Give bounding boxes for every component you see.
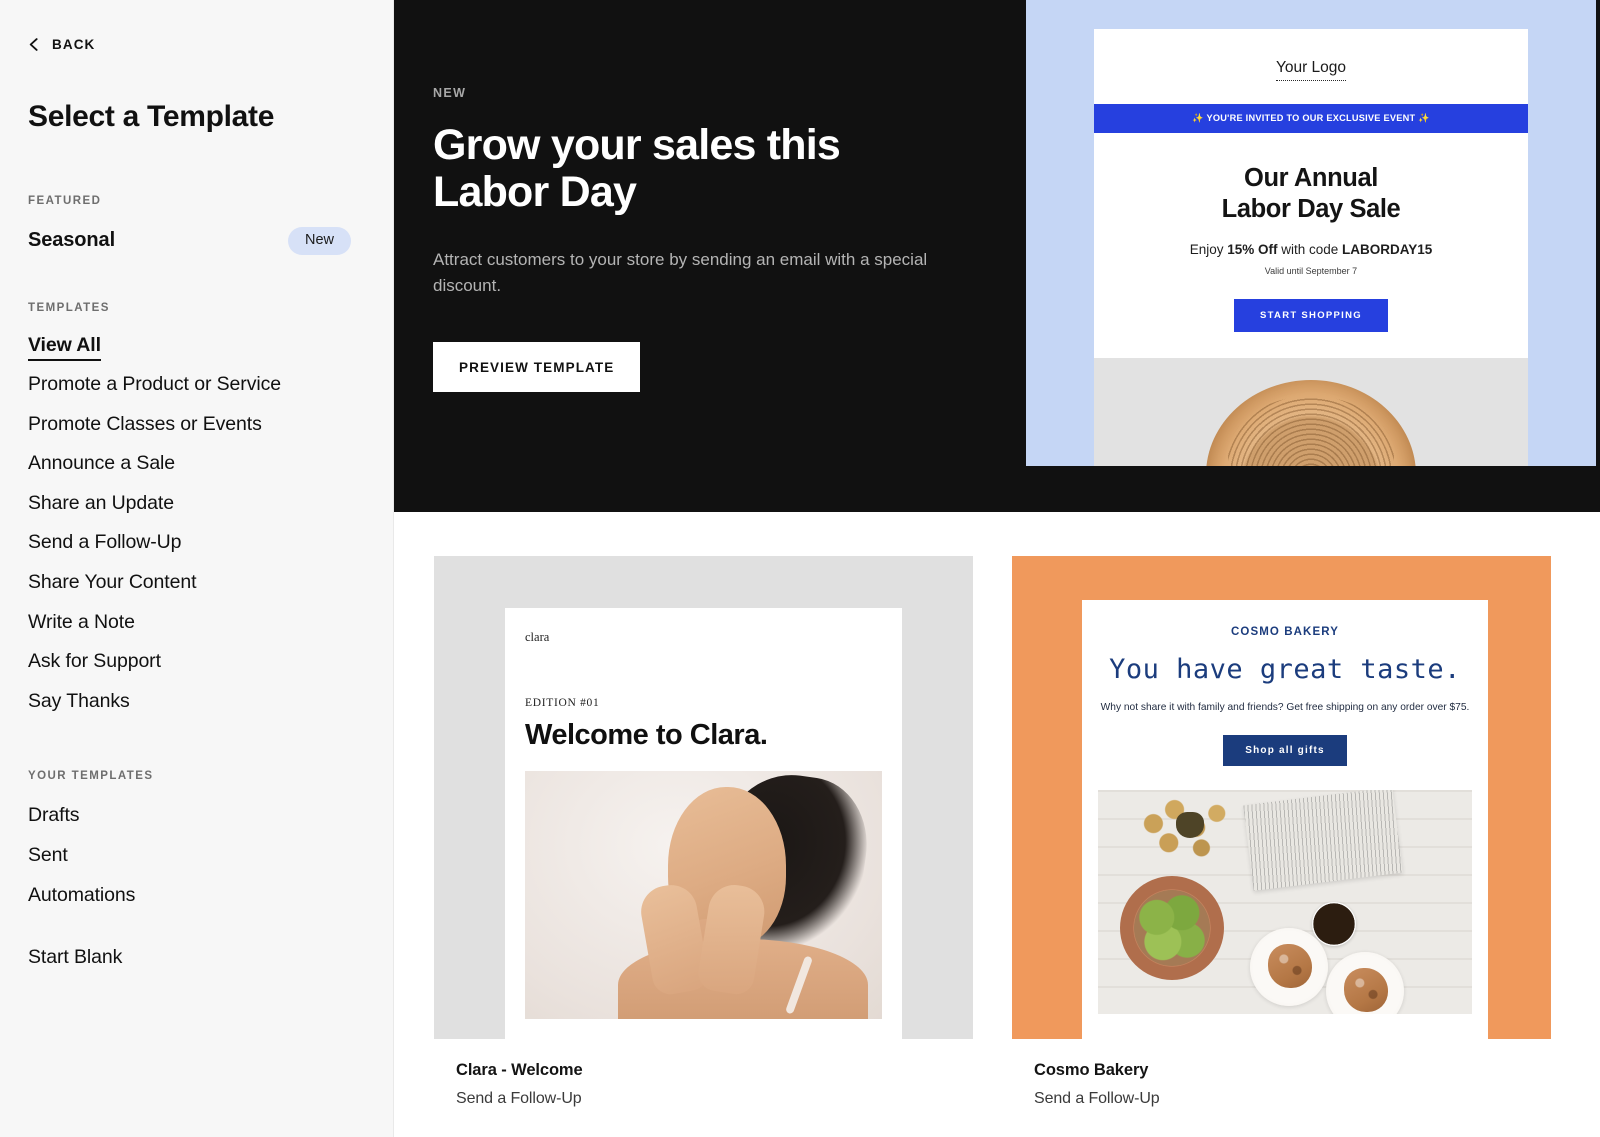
template-card-category: Send a Follow-Up bbox=[1034, 1090, 1160, 1107]
sidebar-item-seasonal[interactable]: Seasonal New bbox=[28, 227, 351, 255]
hero-email-preview[interactable]: Your Logo ✨ YOU'RE INVITED TO OUR EXCLUS… bbox=[1026, 0, 1596, 466]
template-card-name: Cosmo Bakery bbox=[1034, 1061, 1149, 1079]
template-card-category: Send a Follow-Up bbox=[456, 1090, 582, 1107]
sidebar-item-share-an-update[interactable]: Share an Update bbox=[28, 489, 174, 529]
template-picker-app: BACK Select a Template FEATURED Seasonal… bbox=[0, 0, 1600, 1137]
email-body: Our Annual Labor Day Sale Enjoy 15% Off … bbox=[1094, 133, 1528, 332]
straw-hat-photo bbox=[1094, 357, 1528, 466]
template-thumbnail: clara EDITION #01 Welcome to Clara. bbox=[434, 556, 973, 1039]
sidebar-item-ask-for-support[interactable]: Ask for Support bbox=[28, 647, 161, 687]
back-button[interactable]: BACK bbox=[28, 30, 95, 58]
template-card-name: Clara - Welcome bbox=[456, 1061, 583, 1079]
cosmo-headline: You have great taste. bbox=[1109, 654, 1461, 685]
shop-all-gifts-button[interactable]: Shop all gifts bbox=[1223, 735, 1347, 767]
hero-email-canvas: Your Logo ✨ YOU'RE INVITED TO OUR EXCLUS… bbox=[1094, 29, 1528, 466]
sidebar-item-label: Seasonal bbox=[28, 229, 116, 252]
email-logo: Your Logo bbox=[1094, 29, 1528, 104]
featured-section-label: FEATURED bbox=[28, 195, 102, 207]
clara-logo: clara bbox=[525, 630, 550, 644]
clara-email-canvas: clara EDITION #01 Welcome to Clara. bbox=[505, 608, 902, 1039]
sidebar-item-promote-a-product-or-service[interactable]: Promote a Product or Service bbox=[28, 370, 281, 410]
sidebar-item-start-blank[interactable]: Start Blank bbox=[28, 946, 122, 969]
email-banner: ✨ YOU'RE INVITED TO OUR EXCLUSIVE EVENT … bbox=[1094, 104, 1528, 133]
preview-template-button[interactable]: PREVIEW TEMPLATE bbox=[433, 342, 641, 393]
back-label: BACK bbox=[52, 36, 96, 52]
cosmo-brand: COSMO BAKERY bbox=[1231, 626, 1339, 638]
sidebar-item-share-your-content[interactable]: Share Your Content bbox=[28, 568, 197, 608]
template-grid: clara EDITION #01 Welcome to Clara. Clar… bbox=[394, 512, 1600, 1108]
cosmo-email-canvas: COSMO BAKERY You have great taste. Why n… bbox=[1082, 600, 1488, 1039]
template-card-meta: Cosmo Bakery Send a Follow-Up bbox=[1012, 1039, 1551, 1108]
hero-title: Grow your sales this Labor Day bbox=[433, 121, 841, 217]
your-templates-nav: Drafts Sent Automations bbox=[28, 801, 393, 920]
status-badge: New bbox=[287, 227, 351, 255]
clara-edition: EDITION #01 bbox=[525, 697, 600, 709]
template-card-meta: Clara - Welcome Send a Follow-Up bbox=[434, 1039, 973, 1108]
sidebar-item-announce-a-sale[interactable]: Announce a Sale bbox=[28, 449, 175, 489]
sidebar-item-write-a-note[interactable]: Write a Note bbox=[28, 608, 135, 648]
sidebar-item-promote-classes-or-events[interactable]: Promote Classes or Events bbox=[28, 410, 262, 450]
sidebar-item-sent[interactable]: Sent bbox=[28, 841, 68, 881]
clara-portrait-photo bbox=[525, 771, 882, 1019]
templates-nav: View All Promote a Product or Service Pr… bbox=[28, 331, 393, 727]
main-content: NEW Grow your sales this Labor Day Attra… bbox=[394, 0, 1600, 1137]
sidebar-item-drafts[interactable]: Drafts bbox=[28, 801, 80, 841]
sidebar-item-view-all[interactable]: View All bbox=[28, 331, 101, 371]
clara-headline: Welcome to Clara. bbox=[525, 719, 768, 751]
hero-subtitle: Attract customers to your store by sendi… bbox=[433, 249, 928, 295]
cosmo-flatlay-photo bbox=[1098, 790, 1472, 1015]
sidebar-item-automations[interactable]: Automations bbox=[28, 881, 135, 921]
email-headline: Our Annual Labor Day Sale bbox=[1221, 164, 1401, 224]
page-title: Select a Template bbox=[28, 100, 275, 133]
template-card-cosmo-bakery[interactable]: COSMO BAKERY You have great taste. Why n… bbox=[1012, 556, 1551, 1108]
sidebar-item-say-thanks[interactable]: Say Thanks bbox=[28, 687, 130, 727]
hero-copy: NEW Grow your sales this Labor Day Attra… bbox=[394, 0, 1034, 512]
hero-banner: NEW Grow your sales this Labor Day Attra… bbox=[394, 0, 1600, 512]
your-templates-section-label: YOUR TEMPLATES bbox=[28, 770, 154, 783]
sidebar-item-send-a-follow-up[interactable]: Send a Follow-Up bbox=[28, 528, 182, 568]
email-validity: Valid until September 7 bbox=[1264, 265, 1358, 276]
templates-section-label: TEMPLATES bbox=[28, 301, 110, 314]
chevron-left-icon bbox=[29, 37, 38, 51]
email-offer: Enjoy 15% Off with code LABORDAY15 bbox=[1189, 241, 1433, 257]
cosmo-subtitle: Why not share it with family and friends… bbox=[1100, 702, 1470, 713]
hero-eyebrow: NEW bbox=[433, 86, 467, 100]
template-thumbnail: COSMO BAKERY You have great taste. Why n… bbox=[1012, 556, 1551, 1039]
cosmo-frame: COSMO BAKERY You have great taste. Why n… bbox=[1012, 556, 1551, 1039]
sidebar: BACK Select a Template FEATURED Seasonal… bbox=[0, 0, 394, 1137]
straw-hat-shape bbox=[1206, 379, 1416, 466]
start-shopping-button[interactable]: START SHOPPING bbox=[1234, 298, 1388, 332]
template-card-clara-welcome[interactable]: clara EDITION #01 Welcome to Clara. Clar… bbox=[434, 556, 973, 1108]
clara-frame: clara EDITION #01 Welcome to Clara. bbox=[434, 556, 973, 1039]
